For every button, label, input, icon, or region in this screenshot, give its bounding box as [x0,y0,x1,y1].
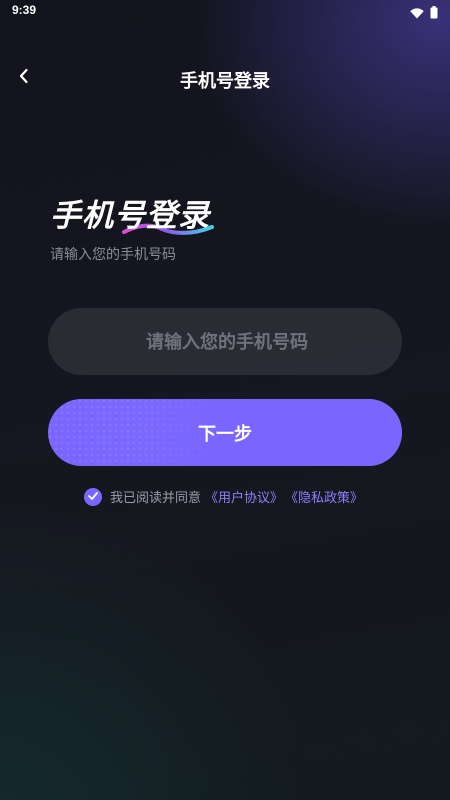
privacy-policy-link[interactable]: 《隐私政策》 [285,487,363,506]
status-time: 9:39 [12,3,37,17]
status-bar: 9:39 [0,0,450,22]
heading-block: 手机号登录 [50,196,214,236]
agreement-text: 我已阅读并同意 [110,491,202,506]
nav-title: 手机号登录 [180,71,270,92]
nav-bar: 手机号登录 [0,56,450,100]
battery-icon [430,4,438,23]
next-button[interactable]: 下一步 [48,399,402,466]
wifi-icon [410,4,424,23]
agree-checkbox[interactable] [84,487,102,506]
checkmark-icon [88,489,98,504]
status-icons [410,4,438,23]
phone-input-container [48,308,406,377]
next-button-label: 下一步 [198,423,252,445]
agreement-row: 我已阅读并同意 《用户协议》 《隐私政策》 [84,487,363,506]
page-title: 手机号登录 [50,198,210,234]
page-subtitle: 请输入您的手机号码 [50,247,176,263]
user-agreement-link[interactable]: 《用户协议》 [205,487,283,506]
phone-input[interactable] [48,308,406,377]
